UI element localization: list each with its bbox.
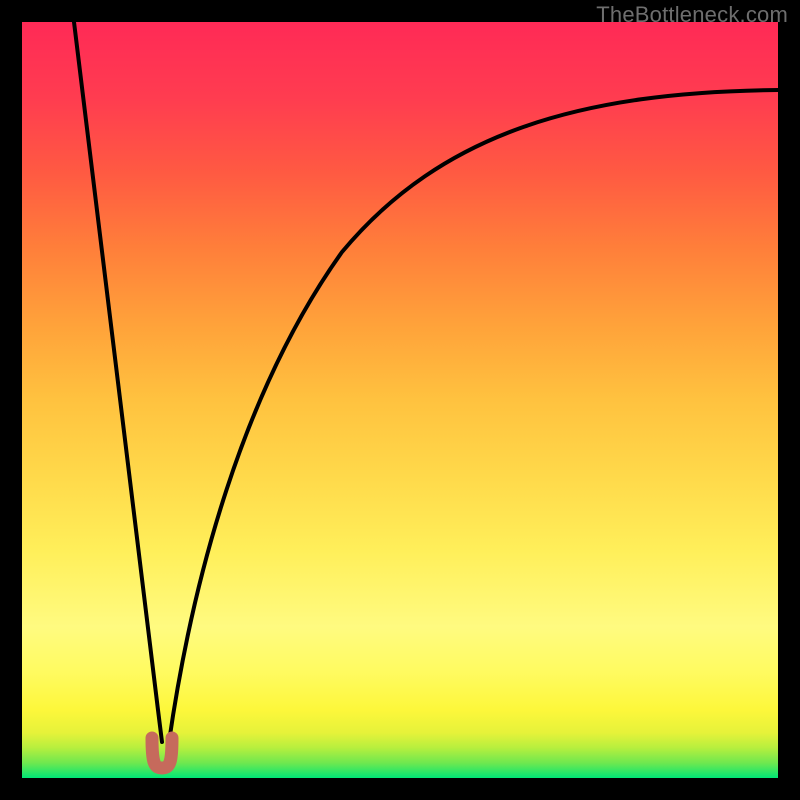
watermark-text: TheBottleneck.com xyxy=(596,2,788,28)
left-branch-path xyxy=(74,22,162,742)
curve-overlay xyxy=(22,22,778,778)
right-branch-path xyxy=(169,90,778,742)
chart-frame: TheBottleneck.com xyxy=(0,0,800,800)
